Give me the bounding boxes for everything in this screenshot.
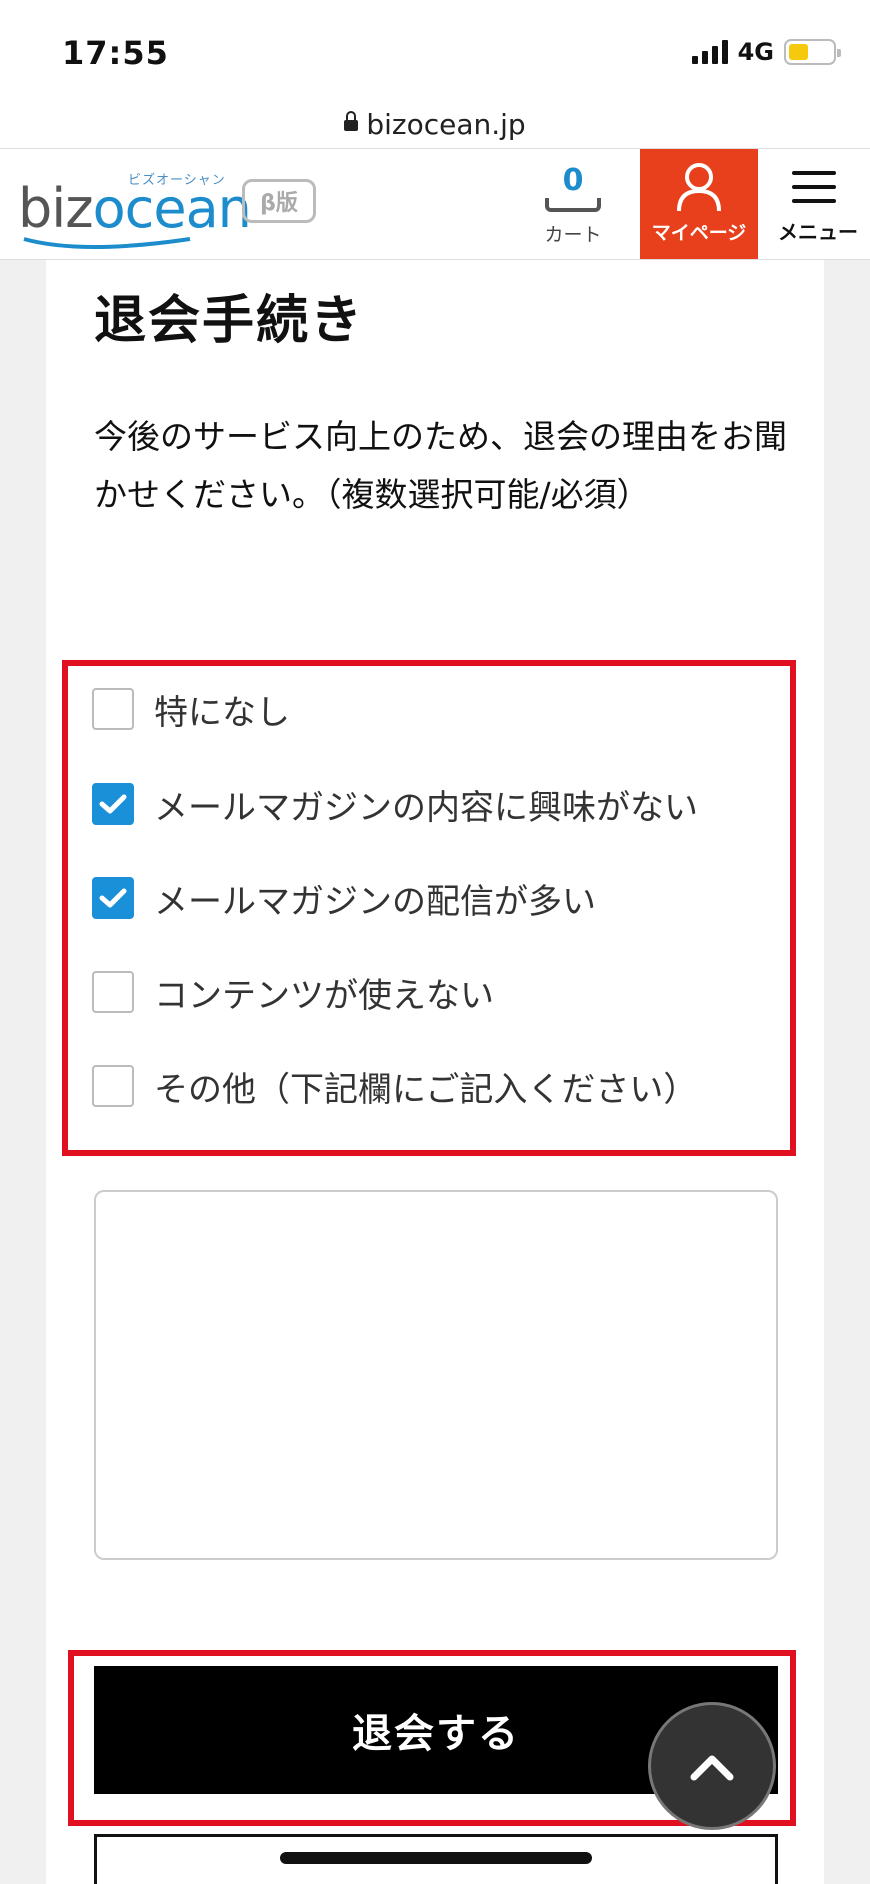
home-indicator (280, 1852, 592, 1864)
address-bar[interactable]: bizocean.jp (0, 100, 870, 148)
status-time: 17:55 (62, 34, 169, 72)
mypage-button[interactable]: マイページ (640, 149, 758, 259)
reason-label: 特になし (154, 692, 290, 733)
bizocean-logo[interactable]: ビズオーシャン bizocean (18, 169, 252, 249)
reason-option[interactable]: 特になし (92, 687, 290, 733)
battery-icon (784, 39, 841, 65)
reason-label: その他（下記欄にご記入ください） (154, 1069, 698, 1110)
reason-label: メールマガジンの配信が多い (154, 881, 596, 922)
mypage-label: マイページ (651, 222, 747, 244)
checkbox-checked[interactable] (92, 783, 134, 825)
hamburger-icon (792, 171, 836, 213)
lead-text: 今後のサービス向上のため、退会の理由をお聞かせください。（複数選択可能/必須） (94, 417, 787, 514)
cart-count: 0 (562, 163, 584, 198)
network-type: 4G (737, 38, 774, 66)
cart-icon (545, 198, 601, 212)
cart-label: カート (544, 224, 602, 246)
reason-option[interactable]: メールマガジンの内容に興味がない (92, 782, 698, 828)
page-title: 退会手続き (94, 291, 365, 351)
reason-option[interactable]: その他（下記欄にご記入ください） (92, 1064, 698, 1110)
checkbox[interactable] (92, 971, 134, 1013)
menu-label: メニュー (778, 220, 858, 244)
cart-button[interactable]: 0 カート (534, 157, 612, 253)
status-indicators: 4G (691, 38, 841, 66)
checkmark-icon (99, 794, 127, 814)
status-bar: 17:55 4G (0, 0, 870, 100)
url-text: bizocean.jp (366, 107, 526, 141)
user-icon (677, 163, 721, 212)
checkbox[interactable] (92, 688, 134, 730)
chevron-up-icon (690, 1755, 734, 1781)
menu-button[interactable]: メニュー (770, 149, 866, 259)
comment-field[interactable] (94, 1190, 778, 1560)
logo-wave-icon (23, 237, 191, 249)
site-header: ビズオーシャン bizocean β版 0 カート マイページ メニュー (0, 148, 870, 260)
reason-label: メールマガジンの内容に興味がない (154, 787, 698, 828)
checkmark-icon (99, 888, 127, 908)
reason-label: コンテンツが使えない (154, 975, 494, 1016)
signal-icon (691, 40, 728, 64)
reason-option[interactable]: メールマガジンの配信が多い (92, 876, 596, 922)
beta-badge: β版 (242, 179, 316, 223)
reason-option[interactable]: コンテンツが使えない (92, 970, 494, 1016)
checkbox-checked[interactable] (92, 877, 134, 919)
scroll-to-top-button[interactable] (648, 1702, 776, 1830)
logo-wordmark: bizocean (18, 177, 252, 240)
checkbox[interactable] (92, 1065, 134, 1107)
lock-icon (344, 111, 359, 135)
